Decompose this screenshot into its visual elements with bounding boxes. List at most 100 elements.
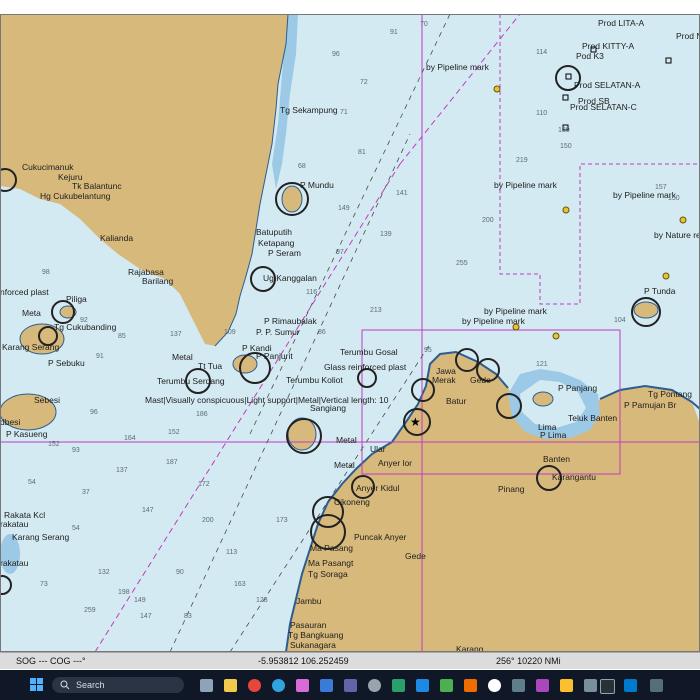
chart-statusbar: SOG --- COG ---° -5.953812 106.252459 25… [0,652,700,669]
place-label: Metal [336,435,357,445]
depth-sounding: 150 [668,195,680,202]
windows-taskbar: Search [0,670,700,700]
depth-sounding: 132 [98,569,110,576]
place-label: Cikoneng [334,497,370,507]
vscode-icon[interactable] [624,679,637,692]
place-label: Jambu [296,596,322,606]
place-label: Cukucimanuk [22,162,74,172]
place-label: Prod SELATAN-A [574,80,641,90]
place-label: Sukanagara [290,640,336,650]
calculator-icon[interactable] [512,679,525,692]
depth-sounding: 70 [420,21,428,28]
teams-icon[interactable] [344,679,357,692]
place-label: Batur [446,396,466,406]
store-icon[interactable] [320,679,333,692]
place-label: P Kasueng [6,429,48,439]
place-label: dbesi [0,417,20,427]
depth-sounding: 93 [72,447,80,454]
edge-icon[interactable] [272,679,285,692]
depth-sounding: 54 [28,479,36,486]
maps-icon[interactable] [440,679,453,692]
place-label: Teluk Banten [568,413,617,423]
depth-sounding: 109 [224,329,236,336]
browser-icon[interactable] [488,679,501,692]
depth-sounding: 255 [456,260,468,267]
search-icon [60,680,70,690]
place-label: Terumbu Serdang [157,376,225,386]
file-explorer-icon[interactable] [224,679,237,692]
depth-sounding: 92 [80,317,88,324]
media-icon[interactable] [536,679,549,692]
place-label: Karang Serang [12,532,69,542]
depth-sounding: 157 [655,184,667,191]
depth-sounding: 54 [72,525,80,532]
depth-sounding: 147 [142,507,154,514]
depth-sounding: 150 [560,143,572,150]
settings-icon[interactable] [368,679,381,692]
depth-sounding: 200 [482,217,494,224]
depth-sounding: 96 [332,51,340,58]
depth-sounding: 113 [226,549,237,556]
depth-sounding: 152 [168,429,180,436]
place-label: Gede [405,551,426,561]
depth-sounding: 152 [48,441,60,448]
depth-sounding: 163 [234,581,246,588]
widgets-icon[interactable] [200,679,213,692]
chrome-icon[interactable] [248,679,261,692]
star-marker: ★ [410,415,421,429]
depth-sounding: 219 [516,157,528,164]
place-label: Banten [543,454,570,464]
depth-sounding: 186 [196,411,208,418]
place-label: rakatau [0,519,29,529]
place-label: Tk Balantunc [72,181,122,191]
place-label: P Lima [540,430,567,440]
depth-sounding: 95 [424,347,432,354]
place-label: Puncak Anyer [354,532,407,542]
depth-sounding: 90 [176,569,184,576]
place-label: Ular [370,444,386,454]
depth-sounding: 139 [380,231,392,238]
depth-sounding: 137 [116,467,128,474]
place-label: Tg Bangkuang [288,630,344,640]
island-tunda [633,301,659,319]
depth-sounding: 68 [298,163,306,170]
remote-icon[interactable] [584,679,597,692]
windows-logo[interactable] [30,678,44,692]
place-label: Tt Tua [198,361,222,371]
depth-sounding: 81 [358,149,366,156]
depth-sounding: 164 [124,435,136,442]
place-label: Prod SELATAN-C [570,102,637,112]
place-label: Pod K3 [576,51,604,61]
svg-text:★: ★ [410,415,421,429]
place-label: nforced plast [0,287,49,297]
depth-sounding: 91 [96,353,104,360]
mail-icon[interactable] [416,679,429,692]
notes-icon[interactable] [560,679,573,692]
chart-app-icon[interactable] [392,679,405,692]
island-mundu [281,185,303,213]
place-label: Batuputih [256,227,292,237]
place-label: Prod KITTY-A [582,41,634,51]
cursor-position-readout: -5.953812 106.252459 [258,656,349,666]
place-label: by Pipeline mark [462,316,526,326]
place-label: Tg Sekampung [280,105,338,115]
place-label: Ma Pasang [310,543,353,553]
place-label: Kalianda [100,233,133,243]
camera-icon[interactable] [464,679,477,692]
place-label: Glass reinforced plast [324,362,407,372]
place-label: Sebesi [34,395,60,405]
place-label: Karang Serang [2,342,59,352]
taskbar-search-box[interactable]: Search [52,677,184,693]
depth-sounding: 104 [614,317,626,324]
depth-sounding: 130 [558,127,570,134]
photos-icon[interactable] [296,679,309,692]
depth-sounding: 116 [306,289,317,296]
terminal-icon[interactable] [600,679,615,694]
depth-sounding: 85 [118,333,126,340]
depth-sounding: 147 [140,613,152,620]
place-label: by Nature re [654,230,700,240]
tray-icon[interactable] [650,679,663,692]
nautical-chart[interactable]: Prod LITA-A Prod N Prod KITTY-A Pod K3 P… [0,14,700,652]
place-label: Metal [334,460,355,470]
place-label: Tg Soraga [308,569,348,579]
